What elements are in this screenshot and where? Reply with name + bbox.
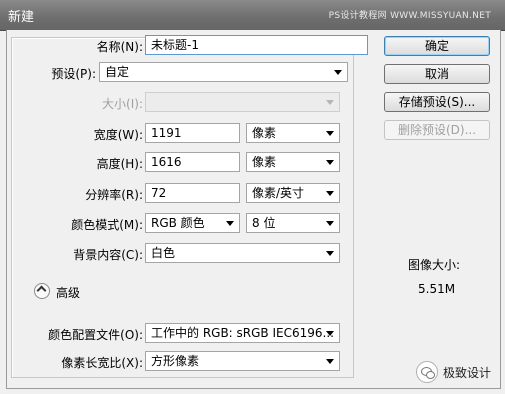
chevron-down-icon (326, 331, 334, 336)
bit-depth-select[interactable]: 8 位 (246, 213, 340, 233)
ok-button[interactable]: 确定 (384, 36, 490, 56)
color-profile-value: 工作中的 RGB: sRGB IEC6196... (151, 326, 334, 340)
resolution-label: 分辨率(R): (85, 188, 143, 202)
height-label: 高度(H): (96, 157, 143, 171)
background-label: 背景内容(C): (73, 248, 143, 262)
delete-preset-button[interactable]: 删除预设(D)... (384, 120, 490, 140)
chevron-up-icon[interactable] (34, 283, 50, 299)
color-profile-select[interactable]: 工作中的 RGB: sRGB IEC6196... (145, 323, 340, 343)
height-unit-select[interactable]: 像素 (246, 152, 340, 172)
title-bar: 新建 PS设计教程网 WWW.MISSYUAN.NET (0, 0, 505, 31)
chevron-down-icon (326, 251, 334, 256)
resolution-input[interactable]: 72 (145, 183, 240, 203)
wechat-icon (416, 361, 438, 383)
save-preset-button[interactable]: 存储预设(S)... (384, 92, 490, 112)
background-value: 白色 (151, 246, 176, 260)
chevron-down-icon (326, 131, 334, 136)
name-input[interactable]: 未标题-1 (145, 35, 368, 55)
width-unit-select[interactable]: 像素 (246, 123, 340, 143)
chevron-down-icon (326, 221, 334, 226)
watermark: PS设计教程网 WWW.MISSYUAN.NET (328, 11, 491, 21)
resolution-unit-select[interactable]: 像素/英寸 (246, 183, 340, 203)
chevron-down-icon (334, 70, 342, 75)
preset-label: 预设(P): (51, 67, 96, 81)
pixel-aspect-select[interactable]: 方形像素 (145, 351, 340, 371)
chevron-down-icon (326, 359, 334, 364)
name-label: 名称(N): (96, 40, 143, 54)
bit-depth-value: 8 位 (252, 216, 276, 230)
color-profile-label: 颜色配置文件(O): (48, 328, 143, 342)
chevron-down-icon (326, 100, 334, 105)
advanced-label[interactable]: 高级 (56, 284, 80, 301)
image-size-value: 5.51M (418, 282, 456, 296)
width-input[interactable]: 1191 (145, 123, 240, 143)
color-mode-label: 颜色模式(M): (71, 218, 143, 232)
preset-value: 自定 (105, 65, 130, 79)
cancel-button[interactable]: 取消 (384, 64, 490, 84)
brand-label: 极致设计 (443, 366, 492, 380)
pixel-aspect-value: 方形像素 (151, 354, 200, 368)
preset-select[interactable]: 自定 (99, 62, 348, 82)
width-unit-value: 像素 (252, 126, 277, 140)
height-input[interactable]: 1616 (145, 152, 240, 172)
size-label: 大小(I): (102, 97, 143, 111)
width-label: 宽度(W): (93, 128, 143, 142)
background-select[interactable]: 白色 (145, 243, 340, 263)
color-mode-value: RGB 颜色 (151, 216, 205, 230)
chevron-down-icon (326, 191, 334, 196)
chevron-down-icon (226, 221, 234, 226)
height-unit-value: 像素 (252, 155, 277, 169)
window-title: 新建 (8, 10, 35, 25)
pixel-aspect-label: 像素长宽比(X): (61, 356, 143, 370)
color-mode-select[interactable]: RGB 颜色 (145, 213, 240, 233)
image-size-label: 图像大小: (408, 258, 461, 272)
size-select[interactable] (145, 92, 340, 112)
resolution-unit-value: 像素/英寸 (252, 186, 305, 200)
chevron-down-icon (326, 160, 334, 165)
